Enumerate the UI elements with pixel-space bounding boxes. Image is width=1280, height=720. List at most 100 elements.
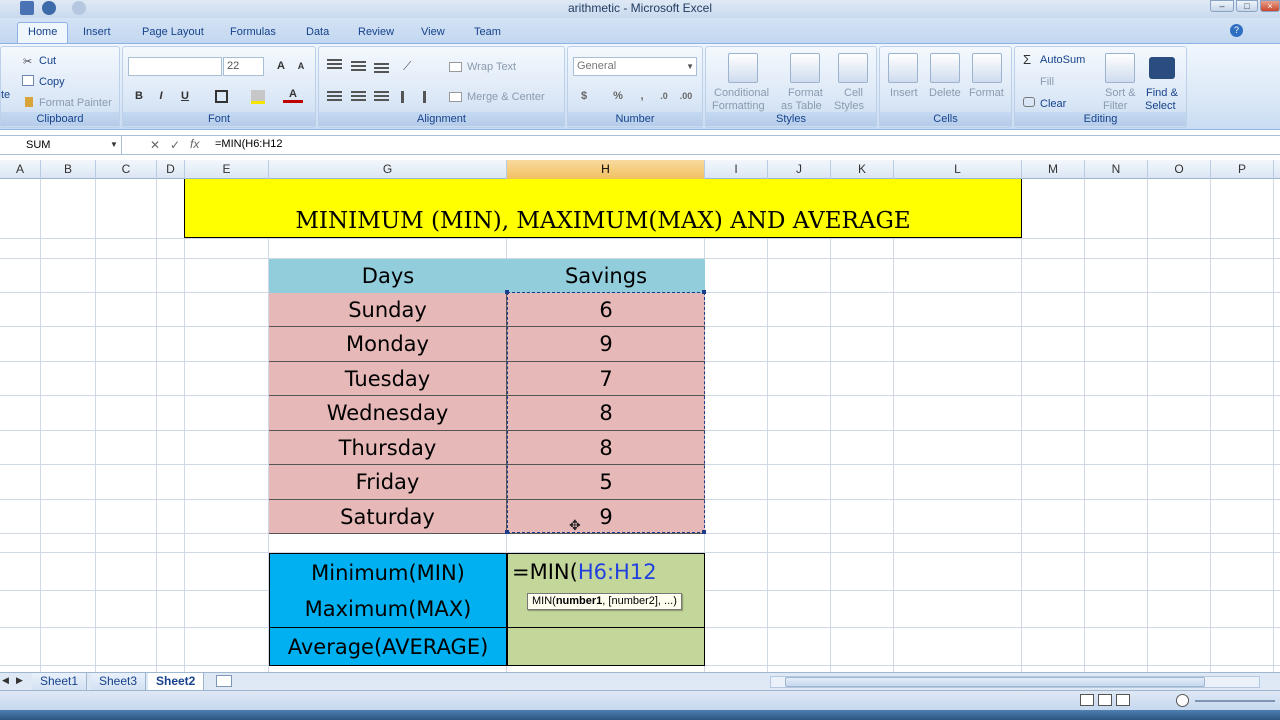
align-right-icon[interactable] [374,91,389,93]
avg-result-cell[interactable] [507,628,705,666]
function-tooltip[interactable]: MIN(number1, [number2], ...) [527,593,682,610]
min-result-cell[interactable]: =MIN(H6:H12 [507,553,705,591]
font-color-icon[interactable]: A [283,87,303,103]
tab-data[interactable]: Data [296,23,339,44]
format-cells-button[interactable]: Format [969,87,1004,99]
paste-button[interactable]: te [1,89,10,101]
insert-sheet-icon[interactable] [216,675,232,687]
column-header-n[interactable]: N [1085,160,1148,179]
table-row-day[interactable]: Monday [269,327,507,362]
column-header-l[interactable]: L [894,160,1022,179]
header-days-cell[interactable]: Days [269,259,507,293]
tab-insert[interactable]: Insert [73,23,121,44]
increase-decimal-button[interactable]: .0 [654,87,674,105]
align-top-icon[interactable] [327,59,342,61]
normal-view-icon[interactable] [1080,694,1094,706]
column-header-e[interactable]: E [185,160,269,179]
first-sheet-button[interactable]: ◀ [2,675,9,686]
table-row-day[interactable]: Thursday [269,431,507,465]
column-header-d[interactable]: D [157,160,185,179]
tab-page-layout[interactable]: Page Layout [132,23,214,44]
shrink-font-button[interactable]: A [291,57,311,75]
format-as-table-button[interactable]: Format [788,87,823,99]
column-header-o[interactable]: O [1148,160,1211,179]
percent-button[interactable]: % [608,87,628,105]
column-header-p[interactable]: P [1211,160,1274,179]
insert-function-icon[interactable]: fx [190,137,199,151]
fill-button[interactable]: Fill [1040,76,1054,88]
tab-review[interactable]: Review [348,23,404,44]
align-left-icon[interactable] [327,91,342,93]
selection-handle[interactable] [702,530,706,534]
column-header-b[interactable]: B [41,160,96,179]
copy-button[interactable]: Copy [39,76,65,88]
sheet-tab-sheet1[interactable]: Sheet1 [32,673,88,690]
decrease-decimal-button[interactable]: .00 [676,87,696,105]
column-header-g[interactable]: G [269,160,507,179]
increase-indent-icon[interactable] [423,91,437,103]
worksheet-grid[interactable]: MINIMUM (MIN), MAXIMUM(MAX) AND AVERAGE … [0,179,1280,672]
table-row-day[interactable]: Friday [269,465,507,500]
clear-button[interactable]: Clear [1040,98,1066,110]
bold-button[interactable]: B [129,87,149,105]
insert-cells-button[interactable]: Insert [890,87,918,99]
selection-handle[interactable] [505,530,509,534]
min-label-cell[interactable]: Minimum(MIN) [269,553,507,591]
scroll-thumb[interactable] [785,677,1205,687]
sheet-tab-sheet2[interactable]: Sheet2 [148,673,205,690]
name-box-dropdown-icon[interactable]: ▼ [110,140,118,149]
font-name-combo[interactable] [128,57,222,76]
underline-button[interactable]: U [175,87,195,105]
help-icon[interactable]: ? [1230,24,1243,37]
orientation-icon[interactable]: ⟋ [403,59,411,74]
grow-font-button[interactable]: A [271,57,291,75]
table-row-day[interactable]: Wednesday [269,396,507,431]
borders-icon[interactable] [215,90,228,103]
last-sheet-button[interactable]: ▶ [16,675,23,686]
tab-formulas[interactable]: Formulas [220,23,286,44]
merge-center-button[interactable]: Merge & Center [467,91,545,103]
column-header-c[interactable]: C [96,160,157,179]
align-middle-icon[interactable] [351,61,366,63]
wrap-text-button[interactable]: Wrap Text [467,61,516,73]
cut-button[interactable]: Cut [39,55,56,67]
font-size-combo[interactable]: 22 [223,57,264,76]
cancel-entry-icon[interactable]: ✕ [150,138,160,152]
horizontal-scrollbar[interactable] [770,676,1260,688]
page-break-view-icon[interactable] [1116,694,1130,706]
align-center-icon[interactable] [351,91,366,93]
header-savings-cell[interactable]: Savings [507,259,705,293]
zoom-out-icon[interactable] [1176,694,1189,707]
zoom-slider[interactable] [1195,700,1275,702]
column-header-a[interactable]: A [0,160,41,179]
avg-label-cell[interactable]: Average(AVERAGE) [269,628,507,666]
table-row-day[interactable]: Sunday [269,293,507,327]
decrease-indent-icon[interactable] [401,91,415,103]
comma-button[interactable]: , [632,87,652,105]
page-layout-view-icon[interactable] [1098,694,1112,706]
tab-view[interactable]: View [411,23,455,44]
cell-styles-button[interactable]: Cell [844,87,863,99]
number-format-combo[interactable]: General ▼ [573,57,697,76]
selection-handle[interactable] [702,290,706,294]
column-header-h[interactable]: H [507,160,705,179]
column-header-m[interactable]: M [1022,160,1085,179]
sort-filter-button[interactable]: Sort & [1105,87,1136,99]
fill-color-icon[interactable] [251,90,265,104]
column-header-k[interactable]: K [831,160,894,179]
tab-home[interactable]: Home [17,22,69,43]
max-label-cell[interactable]: Maximum(MAX) [269,590,507,628]
conditional-formatting-button[interactable]: Conditional [714,87,769,99]
table-row-day[interactable]: Saturday [269,500,507,534]
close-button[interactable]: × [1260,0,1280,12]
column-header-j[interactable]: J [768,160,831,179]
enter-entry-icon[interactable]: ✓ [170,138,180,152]
column-header-i[interactable]: I [705,160,768,179]
find-select-button[interactable]: Find & [1146,87,1178,99]
tab-team[interactable]: Team [464,23,511,44]
maximize-button[interactable]: □ [1236,0,1258,12]
format-painter-button[interactable]: Format Painter [39,97,112,109]
minimize-button[interactable]: – [1210,0,1234,12]
delete-cells-button[interactable]: Delete [929,87,961,99]
sheet-tab-sheet3[interactable]: Sheet3 [91,673,147,690]
